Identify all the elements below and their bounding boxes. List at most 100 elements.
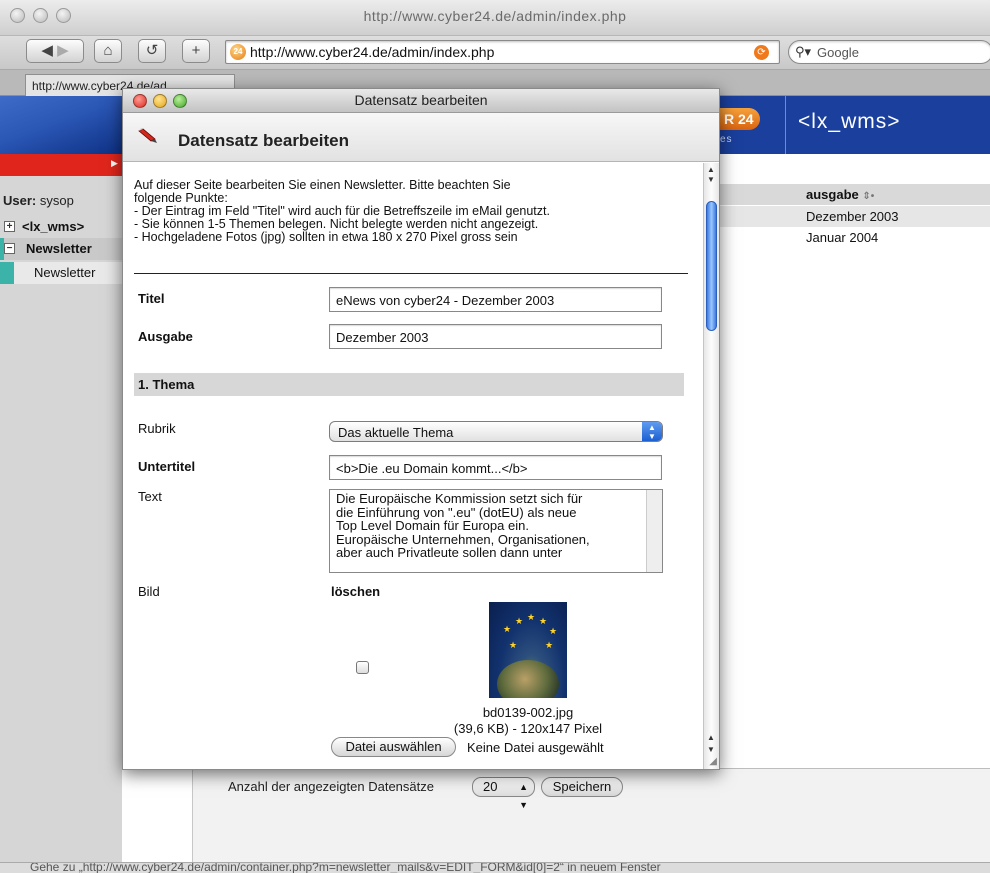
- image-file-meta: (39,6 KB) - 120x147 Pixel: [453, 721, 603, 736]
- search-input[interactable]: ⚲▾ Google: [788, 40, 990, 64]
- dialog-heading: Datensatz bearbeiten: [178, 131, 349, 150]
- table-row[interactable]: Januar 2004: [720, 227, 990, 248]
- globe-graphic: [497, 660, 559, 698]
- rubrik-select[interactable]: Das aktuelle Thema ▲ ▼: [329, 421, 663, 442]
- pencil-icon: [138, 128, 157, 143]
- plus-icon: +: [191, 42, 201, 59]
- tree-item-lx-wms[interactable]: + <lx_wms>: [0, 216, 122, 238]
- star-icon: ★: [527, 612, 536, 622]
- window-close-icon[interactable]: [10, 8, 25, 23]
- browser-toolbar: ◀ ▶ ⌂ ↺ + 24 http://www.cyber24.de/admin…: [0, 36, 990, 70]
- textarea-line: Die Europäische Kommission setzt sich fü…: [336, 491, 583, 506]
- scroll-down-icon[interactable]: ▼: [707, 175, 715, 184]
- scrollbar-thumb[interactable]: [706, 201, 717, 331]
- star-icon: ★: [545, 640, 554, 650]
- image-file-name: bd0139-002.jpg: [482, 705, 574, 720]
- address-bar-text[interactable]: http://www.cyber24.de/admin/index.php: [250, 44, 494, 60]
- scroll-up-icon[interactable]: ▲: [707, 733, 715, 742]
- textarea-line: Europäische Unternehmen, Organisationen,: [336, 531, 590, 547]
- tree-item-label: Newsletter: [26, 241, 92, 256]
- brand-subtext: es: [720, 134, 733, 145]
- rubrik-selected-value: Das aktuelle Thema: [338, 425, 454, 440]
- dialog-minimize-icon[interactable]: [153, 94, 167, 108]
- sort-icon[interactable]: ⇕•: [862, 191, 874, 202]
- tree-item-label: Newsletter: [34, 265, 96, 280]
- window-zoom-icon[interactable]: [56, 8, 71, 23]
- tree-item-newsletter-sub[interactable]: Newsletter: [0, 262, 122, 284]
- dialog-scrollbar[interactable]: ▲ ▼ ▲ ▼: [703, 163, 719, 769]
- rss-refresh-icon[interactable]: ⟳: [754, 45, 769, 60]
- text-label: Text: [138, 489, 162, 504]
- header-swoosh-graphic: [0, 96, 130, 154]
- reload-button[interactable]: ↺: [138, 39, 166, 63]
- expand-plus-icon[interactable]: +: [4, 221, 15, 232]
- reload-icon: ↺: [145, 42, 159, 59]
- textarea-line: aber auch Privatleute sollen dann unter: [336, 545, 563, 560]
- ausgabe-label: Ausgabe: [138, 329, 193, 344]
- star-icon: ★: [509, 640, 518, 650]
- select-arrows-icon: ▲ ▼: [642, 422, 662, 441]
- scroll-up-icon[interactable]: ▲: [707, 165, 715, 174]
- no-file-label: Keine Datei ausgewählt: [467, 740, 604, 755]
- dialog-header: Datensatz bearbeiten: [123, 113, 719, 162]
- user-info: User: sysop: [0, 193, 74, 208]
- record-count-value: 20: [483, 779, 498, 794]
- text-textarea[interactable]: Die Europäische Kommission setzt sich fü…: [329, 489, 663, 573]
- address-bar[interactable]: 24 http://www.cyber24.de/admin/index.php…: [225, 40, 780, 64]
- dialog-title-bar[interactable]: Datensatz bearbeiten: [123, 89, 719, 113]
- back-arrow-icon[interactable]: ◀: [41, 42, 53, 59]
- user-name: sysop: [39, 193, 74, 208]
- choose-file-button[interactable]: Datei auswählen: [331, 737, 456, 757]
- star-icon: ★: [503, 624, 512, 634]
- search-placeholder: Google: [817, 45, 859, 60]
- star-icon: ★: [515, 616, 524, 626]
- user-label: User:: [3, 193, 37, 208]
- dialog-zoom-icon[interactable]: [173, 94, 187, 108]
- forward-arrow-icon[interactable]: ▶: [57, 42, 69, 59]
- home-icon: ⌂: [103, 42, 113, 59]
- untertitel-field[interactable]: <b>Die .eu Domain kommt...</b>: [329, 455, 662, 480]
- brand-title: <lx_wms>: [798, 110, 901, 133]
- column-header-ausgabe[interactable]: ausgabe ⇕•: [720, 184, 990, 205]
- dialog-form: Auf dieser Seite bearbeiten Sie einen Ne…: [123, 163, 703, 769]
- collapse-minus-icon[interactable]: −: [4, 243, 15, 254]
- triangle-right-icon[interactable]: ▶: [111, 158, 118, 169]
- resize-grip-icon[interactable]: ◢: [709, 756, 717, 767]
- header-divider: [785, 96, 786, 154]
- table-row[interactable]: Dezember 2003: [720, 206, 990, 227]
- menu-red-bar[interactable]: [0, 154, 122, 176]
- record-count-label: Anzahl der angezeigten Datensätze: [228, 779, 434, 794]
- star-icon: ★: [539, 616, 548, 626]
- image-thumbnail: ★ ★ ★ ★ ★ ★ ★: [489, 602, 567, 698]
- save-button[interactable]: Speichern: [541, 777, 623, 797]
- textarea-line: Top Level Domain für Europa ein.: [336, 518, 529, 533]
- tree-item-newsletter[interactable]: − Newsletter: [0, 238, 122, 260]
- back-forward-button[interactable]: ◀ ▶: [26, 39, 84, 63]
- browser-window-title: http://www.cyber24.de/admin/index.php: [363, 8, 627, 24]
- tree-item-label: <lx_wms>: [22, 219, 85, 234]
- search-icon[interactable]: ⚲▾: [795, 44, 811, 60]
- titel-field[interactable]: eNews von cyber24 - Dezember 2003: [329, 287, 662, 312]
- textarea-scrollbar[interactable]: [646, 490, 662, 572]
- stepper-arrows-icon: ▲ ▼: [519, 782, 528, 810]
- star-icon: ★: [549, 626, 558, 636]
- dialog-window-title: Datensatz bearbeiten: [354, 92, 488, 108]
- record-count-select[interactable]: 20 ▲ ▼: [472, 777, 535, 810]
- untertitel-label: Untertitel: [138, 459, 196, 474]
- bild-label: Bild: [138, 584, 160, 599]
- ausgabe-field[interactable]: Dezember 2003: [329, 324, 662, 349]
- textarea-line: die Einführung von ".eu" (dotEU) als neu…: [336, 504, 577, 520]
- delete-label: löschen: [331, 584, 381, 599]
- divider: [134, 273, 688, 274]
- intro-line: - Hochgeladene Fotos (jpg) sollten in et…: [134, 230, 518, 244]
- brand-badge: R 24: [718, 108, 760, 130]
- dialog-intro: Auf dieser Seite bearbeiten Sie einen Ne…: [134, 179, 694, 244]
- scroll-down-icon[interactable]: ▼: [707, 745, 715, 754]
- section-heading-thema-1: 1. Thema: [134, 373, 684, 396]
- browser-status-bar: Gehe zu „http://www.cyber24.de/admin/con…: [0, 862, 990, 873]
- delete-image-checkbox[interactable]: [356, 661, 369, 674]
- add-bookmark-button[interactable]: +: [182, 39, 210, 63]
- window-minimize-icon[interactable]: [33, 8, 48, 23]
- dialog-close-icon[interactable]: [133, 94, 147, 108]
- home-button[interactable]: ⌂: [94, 39, 122, 63]
